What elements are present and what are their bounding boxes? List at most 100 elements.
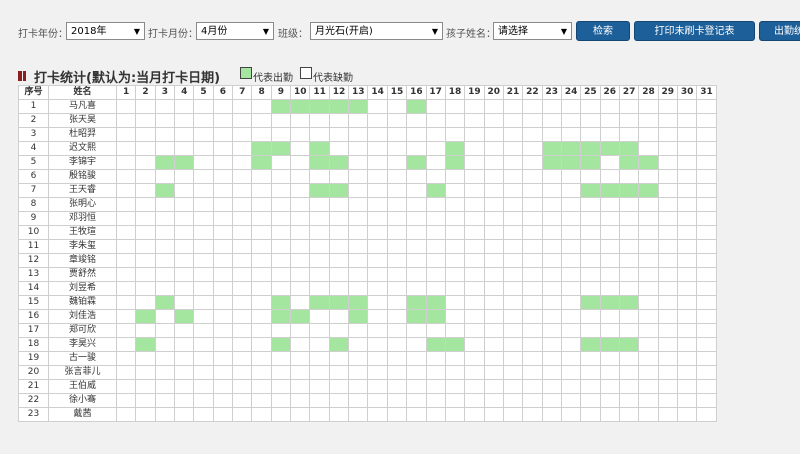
child-select[interactable]: 请选择 ▼ bbox=[493, 22, 572, 40]
day-cell-absent bbox=[348, 323, 369, 338]
day-cell-absent bbox=[638, 323, 659, 338]
day-cell-absent bbox=[367, 281, 388, 296]
day-cell-absent bbox=[522, 337, 543, 352]
day-cell-absent bbox=[348, 337, 369, 352]
day-cell-absent bbox=[638, 365, 659, 380]
day-cell-absent bbox=[483, 365, 504, 380]
day-cell-absent bbox=[444, 127, 466, 142]
day-cell-absent bbox=[309, 239, 330, 254]
day-cell-absent bbox=[193, 211, 214, 226]
table-row: 12 章竣铭 bbox=[18, 253, 717, 268]
day-cell-absent bbox=[251, 351, 272, 366]
day-cell-absent bbox=[212, 407, 234, 422]
day-cell-absent bbox=[328, 169, 350, 184]
day-cell-present bbox=[618, 337, 640, 352]
day-cell-absent bbox=[232, 155, 253, 170]
search-button[interactable]: 检索 bbox=[576, 21, 630, 41]
day-cell-absent bbox=[618, 365, 640, 380]
row-name: 刘佳浩 bbox=[48, 309, 117, 324]
day-cell-absent bbox=[212, 155, 234, 170]
day-cell-present bbox=[328, 99, 350, 114]
row-seq: 14 bbox=[18, 281, 49, 296]
day-cell-absent bbox=[406, 197, 427, 212]
day-cell-absent bbox=[115, 267, 137, 282]
day-cell-absent bbox=[406, 113, 427, 128]
attendance-stats-button[interactable]: 出勤统 bbox=[759, 21, 800, 41]
row-seq: 22 bbox=[18, 393, 49, 408]
day-cell-absent bbox=[212, 239, 234, 254]
row-name: 李锦宇 bbox=[48, 155, 117, 170]
day-cell-absent bbox=[618, 197, 640, 212]
day-cell-absent bbox=[483, 155, 504, 170]
day-cell-absent bbox=[425, 365, 446, 380]
day-cell-absent bbox=[135, 295, 156, 310]
day-cell-absent bbox=[367, 365, 388, 380]
day-cell-absent bbox=[560, 127, 582, 142]
day-cell-absent bbox=[444, 169, 466, 184]
day-cell-absent bbox=[599, 99, 620, 114]
day-cell-absent bbox=[676, 309, 698, 324]
header-day: 29 bbox=[657, 85, 678, 100]
month-select[interactable]: 4月份 ▼ bbox=[196, 22, 274, 40]
day-cell-absent bbox=[290, 141, 311, 156]
day-cell-absent bbox=[638, 113, 659, 128]
day-cell-absent bbox=[676, 113, 698, 128]
year-select[interactable]: 2018年 ▼ bbox=[66, 22, 145, 40]
header-day: 17 bbox=[425, 85, 446, 100]
day-cell-absent bbox=[367, 407, 388, 422]
day-cell-absent bbox=[696, 393, 717, 408]
day-cell-absent bbox=[270, 267, 292, 282]
day-cell-absent bbox=[328, 127, 350, 142]
day-cell-absent bbox=[367, 253, 388, 268]
row-seq: 11 bbox=[18, 239, 49, 254]
header-day: 7 bbox=[232, 85, 253, 100]
day-cell-absent bbox=[580, 113, 601, 128]
day-cell-absent bbox=[348, 281, 369, 296]
day-cell-absent bbox=[638, 337, 659, 352]
day-cell-absent bbox=[676, 295, 698, 310]
header-day: 4 bbox=[174, 85, 195, 100]
table-header-row: 序号 姓名 1 2 3 4 5 6 7 8 9 10 11 12 13 14 15 16 17 18 19 20 21 22 2… bbox=[18, 85, 717, 100]
day-cell-absent bbox=[270, 281, 292, 296]
day-cell-absent bbox=[212, 351, 234, 366]
day-cell-absent bbox=[618, 379, 640, 394]
day-cell-absent bbox=[657, 169, 678, 184]
header-seq: 序号 bbox=[18, 85, 49, 100]
day-cell-present bbox=[638, 183, 659, 198]
day-cell-absent bbox=[425, 169, 446, 184]
day-cell-absent bbox=[386, 295, 408, 310]
row-name: 王牧瑄 bbox=[48, 225, 117, 240]
day-cell-absent bbox=[290, 253, 311, 268]
day-cell-absent bbox=[599, 127, 620, 142]
row-seq: 19 bbox=[18, 351, 49, 366]
day-cell-absent bbox=[464, 113, 485, 128]
day-cell-absent bbox=[193, 127, 214, 142]
day-cell-absent bbox=[580, 365, 601, 380]
day-cell-absent bbox=[657, 197, 678, 212]
day-cell-absent bbox=[657, 323, 678, 338]
day-cell-absent bbox=[386, 197, 408, 212]
day-cell-absent bbox=[618, 351, 640, 366]
day-cell-absent bbox=[232, 183, 253, 198]
day-cell-present bbox=[328, 183, 350, 198]
day-cell-absent bbox=[560, 267, 582, 282]
print-unswiped-button[interactable]: 打印未刷卡登记表 bbox=[634, 21, 755, 41]
day-cell-absent bbox=[251, 211, 272, 226]
day-cell-absent bbox=[251, 267, 272, 282]
header-day: 27 bbox=[618, 85, 640, 100]
day-cell-absent bbox=[483, 323, 504, 338]
day-cell-absent bbox=[444, 225, 466, 240]
day-cell-absent bbox=[599, 323, 620, 338]
day-cell-present bbox=[328, 295, 350, 310]
day-cell-absent bbox=[599, 155, 620, 170]
class-select[interactable]: 月光石(开启) ▼ bbox=[310, 22, 443, 40]
day-cell-absent bbox=[174, 379, 195, 394]
day-cell-absent bbox=[502, 155, 524, 170]
day-cell-absent bbox=[135, 281, 156, 296]
day-cell-absent bbox=[270, 211, 292, 226]
day-cell-absent bbox=[135, 393, 156, 408]
day-cell-absent bbox=[251, 393, 272, 408]
day-cell-present bbox=[425, 337, 446, 352]
day-cell-absent bbox=[464, 379, 485, 394]
day-cell-absent bbox=[541, 407, 562, 422]
